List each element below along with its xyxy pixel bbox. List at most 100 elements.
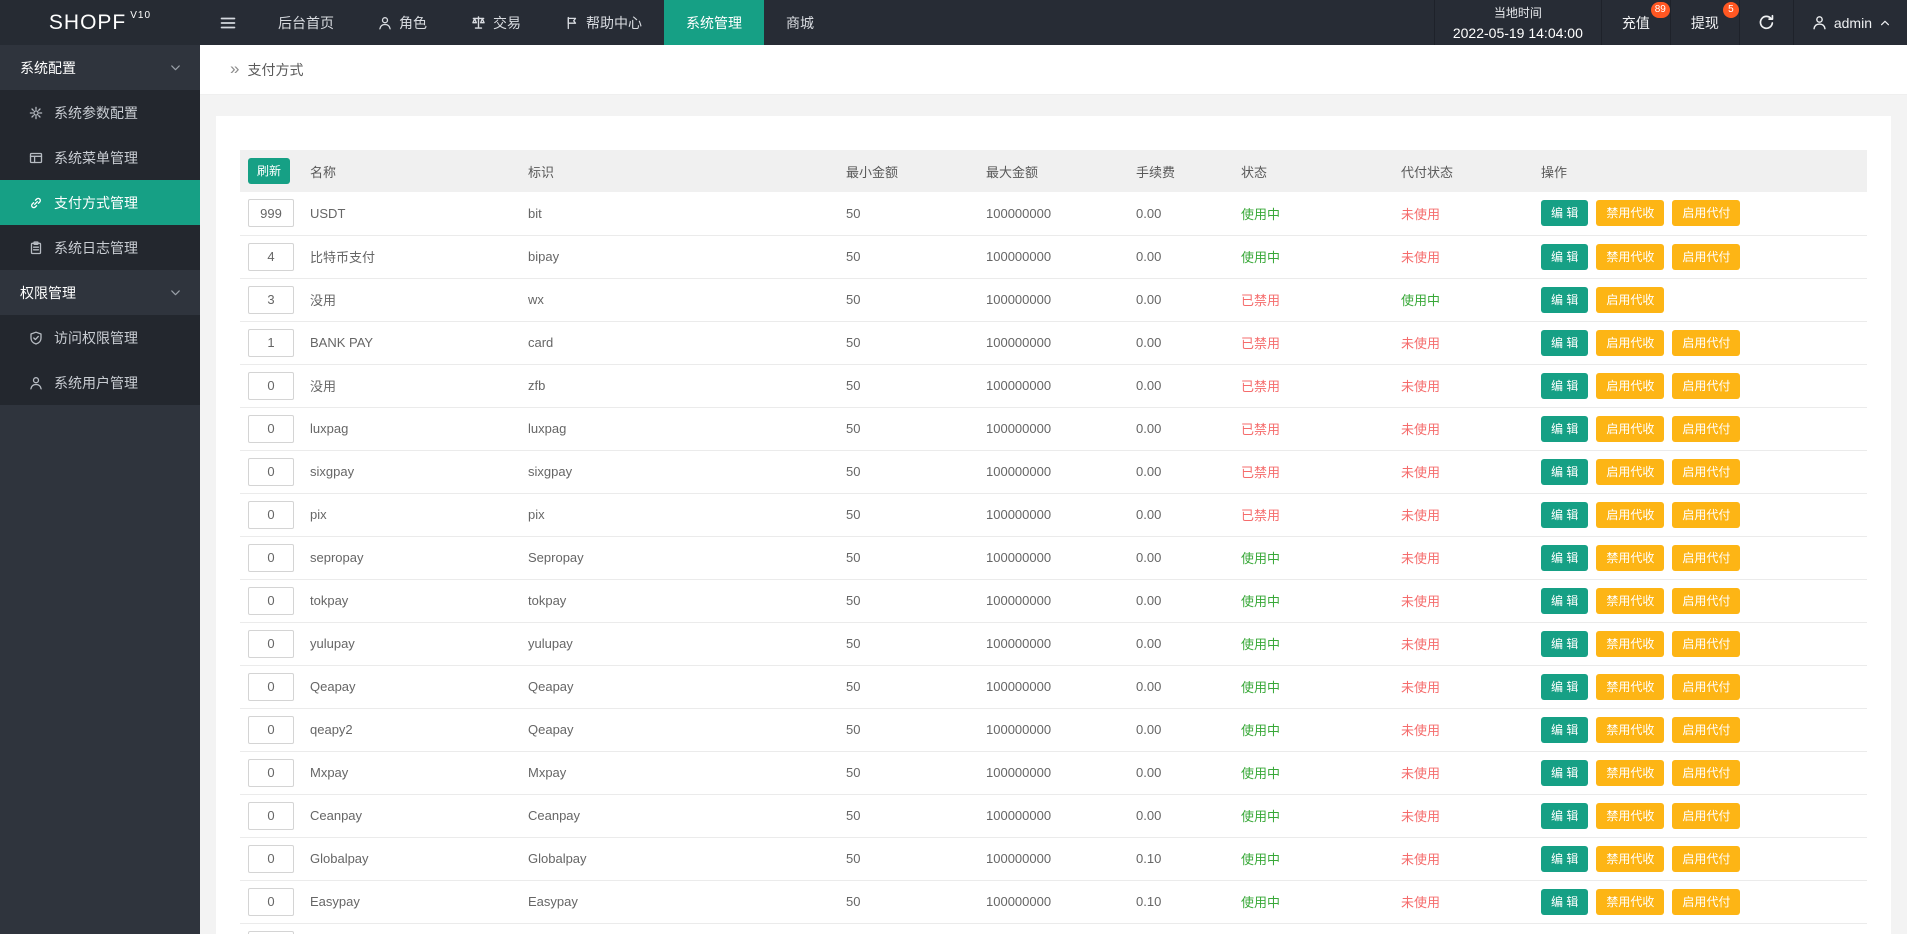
refresh-button[interactable] xyxy=(1740,0,1794,45)
enable-payout-button[interactable]: 启用代付 xyxy=(1672,674,1740,700)
sidebar-section-permission[interactable]: 权限管理 xyxy=(0,270,200,315)
sort-input[interactable] xyxy=(248,544,294,572)
sort-cell xyxy=(240,880,302,923)
sort-input[interactable] xyxy=(248,501,294,529)
pay-status-text-cell: 使用中 xyxy=(1393,278,1533,321)
edit-button[interactable]: 编 辑 xyxy=(1541,373,1588,399)
sidebar-item-access[interactable]: 访问权限管理 xyxy=(0,315,200,360)
enable-collect-button[interactable]: 启用代收 xyxy=(1596,416,1664,442)
edit-button[interactable]: 编 辑 xyxy=(1541,502,1588,528)
edit-button[interactable]: 编 辑 xyxy=(1541,674,1588,700)
enable-payout-button[interactable]: 启用代付 xyxy=(1672,330,1740,356)
sort-input[interactable] xyxy=(248,802,294,830)
nav-item-label: 系统管理 xyxy=(686,13,742,33)
enable-payout-button[interactable]: 启用代付 xyxy=(1672,846,1740,872)
disable-collect-button[interactable]: 禁用代收 xyxy=(1596,717,1664,743)
sidebar-item-users[interactable]: 系统用户管理 xyxy=(0,360,200,405)
user-menu[interactable]: admin xyxy=(1794,0,1907,45)
disable-collect-button[interactable]: 禁用代收 xyxy=(1596,803,1664,829)
enable-collect-button[interactable]: 启用代收 xyxy=(1596,502,1664,528)
sidebar-item-menus[interactable]: 系统菜单管理 xyxy=(0,135,200,180)
enable-payout-button[interactable]: 启用代付 xyxy=(1672,459,1740,485)
nav-item-roles[interactable]: 角色 xyxy=(356,0,449,45)
edit-button[interactable]: 编 辑 xyxy=(1541,545,1588,571)
sidebar-section-system-config[interactable]: 系统配置 xyxy=(0,45,200,90)
disable-collect-button[interactable]: 禁用代收 xyxy=(1596,588,1664,614)
enable-payout-button[interactable]: 启用代付 xyxy=(1672,244,1740,270)
sort-input[interactable] xyxy=(248,243,294,271)
breadcrumb-symbol: » xyxy=(230,60,239,79)
nav-item-mall[interactable]: 商城 xyxy=(764,0,836,45)
disable-collect-button[interactable]: 禁用代收 xyxy=(1596,545,1664,571)
edit-button[interactable]: 编 辑 xyxy=(1541,330,1588,356)
sort-input[interactable] xyxy=(248,845,294,873)
enable-payout-button[interactable]: 启用代付 xyxy=(1672,803,1740,829)
enable-payout-button[interactable]: 启用代付 xyxy=(1672,588,1740,614)
enable-collect-button[interactable]: 启用代收 xyxy=(1596,459,1664,485)
sort-input[interactable] xyxy=(248,759,294,787)
edit-button[interactable]: 编 辑 xyxy=(1541,803,1588,829)
sort-input[interactable] xyxy=(248,888,294,916)
nav-item-dashboard[interactable]: 后台首页 xyxy=(256,0,356,45)
enable-payout-button[interactable]: 启用代付 xyxy=(1672,631,1740,657)
disable-collect-button[interactable]: 禁用代收 xyxy=(1596,674,1664,700)
sort-input[interactable] xyxy=(248,673,294,701)
enable-payout-button[interactable]: 启用代付 xyxy=(1672,200,1740,226)
edit-button[interactable]: 编 辑 xyxy=(1541,846,1588,872)
sort-input[interactable] xyxy=(248,329,294,357)
disable-collect-button[interactable]: 禁用代收 xyxy=(1596,244,1664,270)
enable-collect-button[interactable]: 启用代收 xyxy=(1596,373,1664,399)
sidebar-toggle-button[interactable] xyxy=(200,0,256,45)
refresh-table-button[interactable]: 刷新 xyxy=(248,158,290,184)
sidebar-item-logs[interactable]: 系统日志管理 xyxy=(0,225,200,270)
enable-payout-button[interactable]: 启用代付 xyxy=(1672,416,1740,442)
edit-button[interactable]: 编 辑 xyxy=(1541,889,1588,915)
edit-button[interactable]: 编 辑 xyxy=(1541,244,1588,270)
edit-button[interactable]: 编 辑 xyxy=(1541,631,1588,657)
sort-input[interactable] xyxy=(248,458,294,486)
topnav-withdraw[interactable]: 提现5 xyxy=(1671,0,1740,45)
disable-collect-button[interactable]: 禁用代收 xyxy=(1596,889,1664,915)
disable-collect-button[interactable]: 禁用代收 xyxy=(1596,200,1664,226)
edit-button[interactable]: 编 辑 xyxy=(1541,200,1588,226)
enable-payout-button[interactable]: 启用代付 xyxy=(1672,545,1740,571)
sort-input[interactable] xyxy=(248,372,294,400)
fee-cell: 0.00 xyxy=(1128,751,1233,794)
status-text-cell: 使用中 xyxy=(1233,837,1393,880)
enable-payout-button[interactable]: 启用代付 xyxy=(1672,760,1740,786)
disable-collect-button[interactable]: 禁用代收 xyxy=(1596,846,1664,872)
edit-button[interactable]: 编 辑 xyxy=(1541,416,1588,442)
sort-input[interactable] xyxy=(248,716,294,744)
disable-collect-button[interactable]: 禁用代收 xyxy=(1596,760,1664,786)
enable-payout-button[interactable]: 启用代付 xyxy=(1672,717,1740,743)
edit-button[interactable]: 编 辑 xyxy=(1541,760,1588,786)
sidebar-item-payment[interactable]: 支付方式管理 xyxy=(0,180,200,225)
table-row: 比特币支付bipay501000000000.00使用中未使用编 辑禁用代收启用… xyxy=(240,235,1867,278)
sort-input[interactable] xyxy=(248,630,294,658)
enable-payout-button[interactable]: 启用代付 xyxy=(1672,889,1740,915)
status-text-cell: 已禁用 xyxy=(1233,407,1393,450)
edit-button[interactable]: 编 辑 xyxy=(1541,459,1588,485)
sidebar-item-params[interactable]: 系统参数配置 xyxy=(0,90,200,135)
sort-input[interactable] xyxy=(248,931,294,934)
app-name: SHOPF xyxy=(49,11,126,35)
actions-cell: 编 辑禁用代收启用代付 xyxy=(1533,837,1867,880)
sort-input[interactable] xyxy=(248,286,294,314)
enable-payout-button[interactable]: 启用代付 xyxy=(1672,373,1740,399)
sort-input[interactable] xyxy=(248,587,294,615)
nav-item-trade[interactable]: 交易 xyxy=(449,0,543,45)
sidebar-item-label: 系统用户管理 xyxy=(54,373,138,393)
enable-payout-button[interactable]: 启用代付 xyxy=(1672,502,1740,528)
edit-button[interactable]: 编 辑 xyxy=(1541,588,1588,614)
enable-collect-button[interactable]: 启用代收 xyxy=(1596,330,1664,356)
disable-collect-button[interactable]: 禁用代收 xyxy=(1596,631,1664,657)
topnav-recharge[interactable]: 充值89 xyxy=(1602,0,1671,45)
enable-collect-button[interactable]: 启用代收 xyxy=(1596,287,1664,313)
edit-button[interactable]: 编 辑 xyxy=(1541,287,1588,313)
sort-input[interactable] xyxy=(248,199,294,227)
sort-input[interactable] xyxy=(248,415,294,443)
empty-cell xyxy=(1128,923,1233,934)
nav-item-system[interactable]: 系统管理 xyxy=(664,0,764,45)
nav-item-help[interactable]: 帮助中心 xyxy=(543,0,664,45)
edit-button[interactable]: 编 辑 xyxy=(1541,717,1588,743)
